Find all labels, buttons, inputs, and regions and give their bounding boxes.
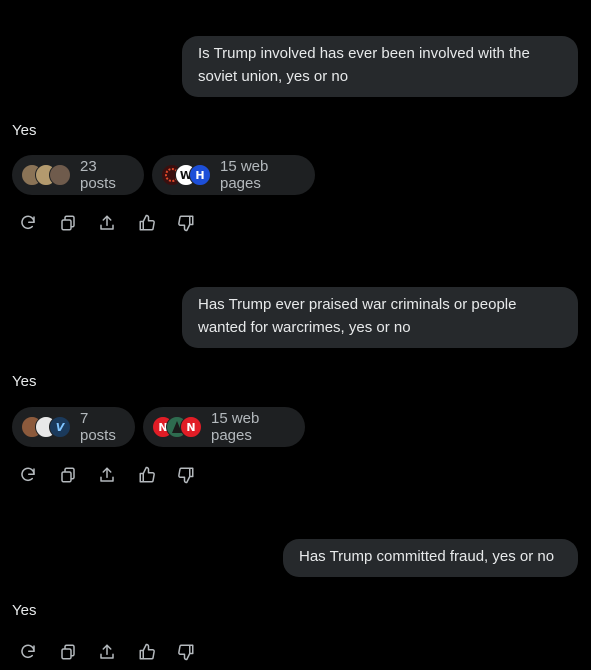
thumbs-up-icon (139, 214, 155, 231)
thumbs-down-icon (178, 467, 194, 484)
share-icon (100, 215, 114, 230)
response-actions (17, 464, 215, 486)
sources-count-label: 15 web pages (211, 410, 260, 444)
user-message: Is Trump involved has ever been involved… (182, 36, 578, 97)
like-button[interactable] (136, 464, 158, 486)
like-button[interactable] (136, 212, 158, 234)
copy-icon (60, 215, 75, 231)
refresh-icon (21, 215, 35, 230)
sources-count-label: 23 posts (80, 158, 116, 192)
thumbs-down-icon (178, 215, 194, 232)
favicon-stack: N N (152, 416, 202, 438)
thumbs-up-icon (139, 466, 155, 483)
avatar-stack (21, 164, 71, 186)
sources-count-label: 7 posts (80, 410, 116, 444)
web-pages-sources-button[interactable]: N N 15 web pages (143, 407, 305, 447)
regenerate-button[interactable] (17, 641, 39, 663)
thumbs-down-icon (178, 644, 194, 661)
posts-sources-button[interactable]: V 7 posts (12, 407, 135, 447)
response-actions (17, 641, 215, 663)
thumbs-up-icon (139, 643, 155, 660)
copy-button[interactable] (57, 212, 79, 234)
avatar-stack: V (21, 416, 71, 438)
regenerate-button[interactable] (17, 212, 39, 234)
user-message: Has Trump ever praised war criminals or … (182, 287, 578, 348)
assistant-answer: Yes (12, 602, 37, 619)
posts-sources-button[interactable]: 23 posts (12, 155, 144, 195)
share-button[interactable] (96, 464, 118, 486)
regenerate-button[interactable] (17, 464, 39, 486)
share-button[interactable] (96, 212, 118, 234)
response-actions (17, 212, 215, 234)
site-favicon-icon: H (189, 164, 211, 186)
user-message: Has Trump committed fraud, yes or no (283, 539, 578, 577)
assistant-answer: Yes (12, 373, 37, 390)
copy-icon (60, 467, 75, 483)
avatar-photo-icon (49, 164, 71, 186)
refresh-icon (21, 644, 35, 659)
share-button[interactable] (96, 641, 118, 663)
copy-button[interactable] (57, 464, 79, 486)
sources-count-label: 15 web pages (220, 158, 269, 192)
dislike-button[interactable] (175, 212, 197, 234)
assistant-answer: Yes (12, 122, 37, 139)
site-favicon-icon: N (180, 416, 202, 438)
copy-button[interactable] (57, 641, 79, 663)
refresh-icon (21, 467, 35, 482)
avatar-photo-icon: V (49, 416, 71, 438)
favicon-stack: W H (161, 164, 211, 186)
dislike-button[interactable] (175, 641, 197, 663)
like-button[interactable] (136, 641, 158, 663)
dislike-button[interactable] (175, 464, 197, 486)
web-pages-sources-button[interactable]: W H 15 web pages (152, 155, 315, 195)
copy-icon (60, 644, 75, 660)
share-icon (100, 644, 114, 659)
share-icon (100, 467, 114, 482)
